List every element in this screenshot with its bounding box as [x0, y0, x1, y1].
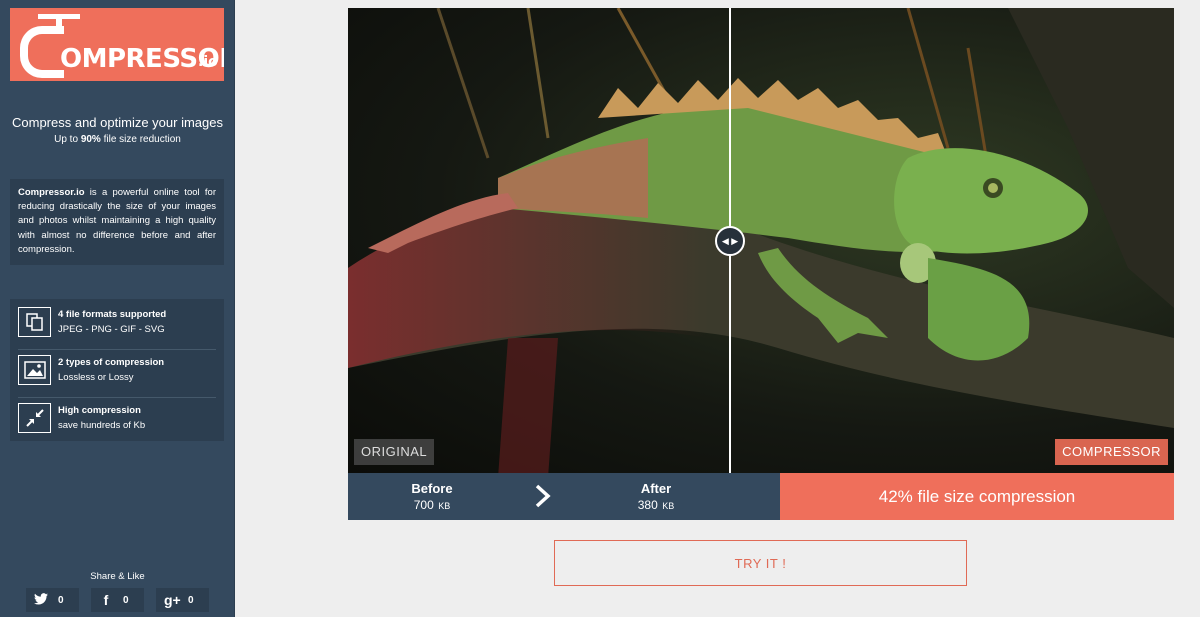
subtag-suffix: file size reduction [100, 134, 181, 145]
share-count: 0 [58, 594, 64, 606]
description-brand: Compressor.io [18, 187, 85, 198]
twitter-icon [34, 592, 48, 608]
subtag-prefix: Up to [54, 134, 81, 145]
subtagline: Up to 90% file size reduction [0, 134, 235, 145]
google-plus-icon: g+ [164, 592, 181, 608]
compress-arrows-icon [18, 403, 51, 433]
stat-before-value: 700 [413, 498, 434, 512]
description-box: Compressor.io is a powerful online tool … [10, 179, 224, 265]
google-plus-share-button[interactable]: g+ 0 [156, 588, 209, 612]
file-formats-icon [18, 307, 51, 337]
image-icon [18, 355, 51, 385]
feature-item: 4 file formats supported JPEG - PNG - GI… [18, 304, 216, 348]
stat-after-size: 380 KB [606, 496, 706, 514]
features-panel: 4 file formats supported JPEG - PNG - GI… [10, 299, 224, 441]
feature-title: High compression [58, 405, 141, 416]
stat-after-unit: KB [662, 501, 675, 511]
feature-title: 4 file formats supported [58, 309, 167, 320]
stat-before-title: Before [411, 481, 453, 496]
share-count: 0 [188, 594, 194, 606]
feature-subtitle: save hundreds of Kb [58, 420, 146, 431]
share-count: 0 [123, 594, 129, 606]
logo[interactable]: OMPRESSOR .io [10, 8, 224, 81]
try-it-button[interactable]: TRY IT ! [554, 540, 967, 586]
twitter-share-button[interactable]: 0 [26, 588, 79, 612]
stat-after-value: 380 [637, 498, 658, 512]
logo-c-clamp [20, 26, 64, 78]
feature-subtitle: Lossless or Lossy [58, 372, 134, 383]
feature-item: 2 types of compression Lossless or Lossy [18, 349, 216, 396]
sidebar: OMPRESSOR .io Compress and optimize your… [0, 0, 235, 617]
share-label: Share & Like [90, 571, 145, 582]
stat-after: After 380 KB [606, 481, 706, 514]
facebook-share-button[interactable]: f 0 [91, 588, 144, 612]
logo-tld: .io [198, 54, 218, 70]
stat-before-size: 700 KB [382, 496, 482, 514]
feature-subtitle: JPEG - PNG - GIF - SVG [58, 324, 165, 335]
tagline: Compress and optimize your images [12, 115, 223, 130]
stat-after-title: After [640, 481, 672, 496]
subtag-highlight: 90% [80, 134, 101, 145]
image-comparison[interactable]: ◀ ▶ ORIGINAL COMPRESSOR [348, 8, 1174, 473]
stat-before-unit: KB [438, 501, 451, 511]
stats-bar: Before 700 KB After 380 KB [348, 473, 780, 520]
label-compressed: COMPRESSOR [1055, 439, 1168, 465]
feature-item: High compression save hundreds of Kb [18, 397, 216, 444]
label-original: ORIGINAL [354, 439, 435, 465]
compression-ratio: 42% file size compression [780, 473, 1174, 520]
iguana-photo [348, 8, 1174, 473]
feature-title: 2 types of compression [58, 357, 165, 368]
handle-arrows-icon: ◀ ▶ [721, 235, 739, 246]
facebook-icon: f [103, 592, 109, 608]
slider-handle[interactable]: ◀ ▶ [715, 226, 745, 256]
stat-before: Before 700 KB [382, 481, 482, 514]
chevron-right-icon [535, 484, 551, 508]
